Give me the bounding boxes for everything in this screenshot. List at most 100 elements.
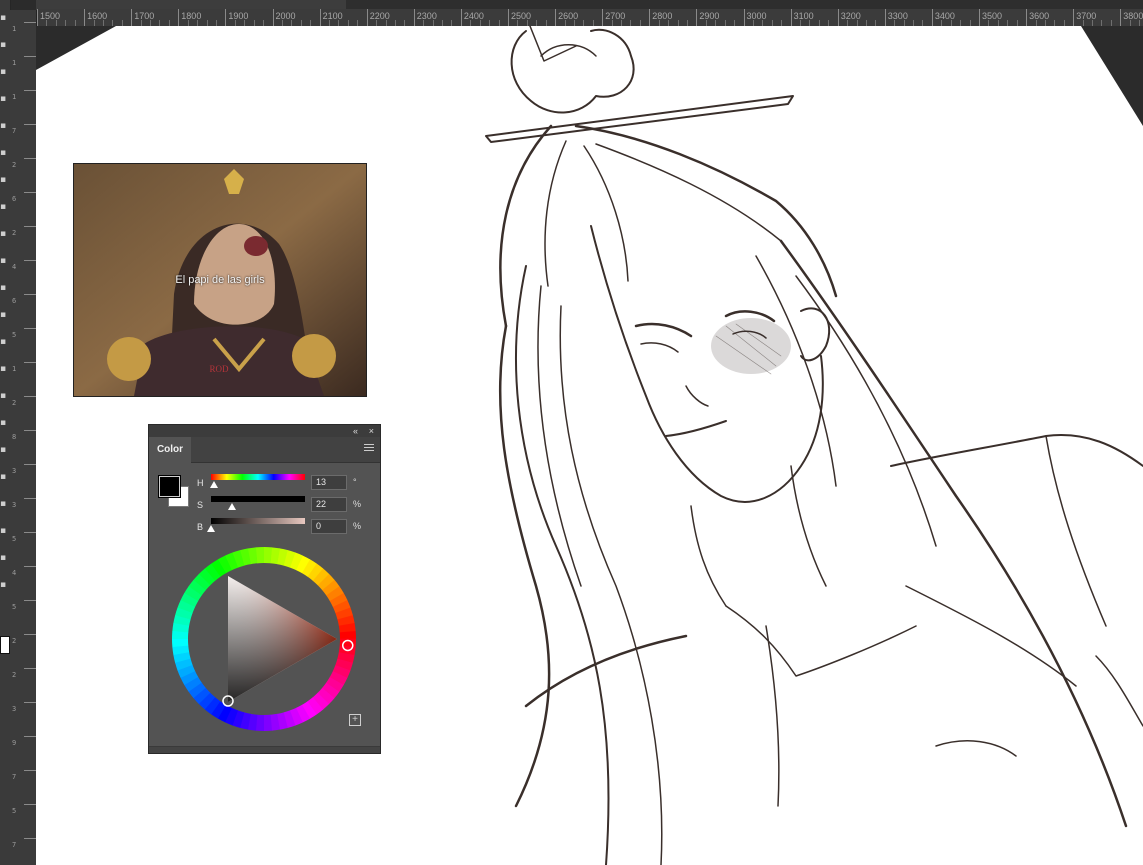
ruler-tick xyxy=(24,566,36,567)
ruler-tick xyxy=(24,328,36,329)
color-panel[interactable]: « × Color H 13 ° S 22 % B 0 % + xyxy=(148,424,381,754)
add-icon[interactable]: + xyxy=(349,714,361,726)
ruler-tick xyxy=(24,90,36,91)
ruler-tick xyxy=(24,192,36,193)
ruler-label: 7 xyxy=(12,127,17,135)
ruler-tick xyxy=(602,9,604,26)
ruler-label: 5 xyxy=(12,331,17,339)
ruler-label: 2300 xyxy=(416,11,437,21)
ruler-tick xyxy=(24,158,36,159)
ruler-tick xyxy=(24,22,36,23)
document-tab[interactable] xyxy=(36,0,346,9)
ruler-label: 8 xyxy=(12,433,17,441)
ruler-tick xyxy=(366,9,368,26)
ruler-label: 3100 xyxy=(793,11,814,21)
toolbar-color-swatch[interactable] xyxy=(0,636,10,654)
hue-ring-segment xyxy=(263,547,273,564)
saturation-slider-thumb[interactable] xyxy=(227,503,236,510)
ruler-label: 6 xyxy=(12,297,17,305)
path-select-icon[interactable]: ▪ xyxy=(0,473,8,481)
brightness-slider-thumb[interactable] xyxy=(207,525,215,532)
ruler-tick xyxy=(24,770,36,771)
hue-slider[interactable] xyxy=(211,474,305,480)
eyedropper-icon[interactable]: ▪ xyxy=(0,176,8,184)
reference-image[interactable]: El papi de las girls ROD xyxy=(73,163,367,397)
healing-icon[interactable]: ▪ xyxy=(0,203,8,211)
ruler-label: 5 xyxy=(12,535,17,543)
ruler-label: 4 xyxy=(12,263,17,271)
hand-icon[interactable]: ▪ xyxy=(0,527,8,535)
panel-titlebar[interactable]: « × xyxy=(149,425,380,437)
hue-input[interactable]: 13 xyxy=(311,475,347,490)
dodge-icon[interactable]: ▪ xyxy=(0,392,8,400)
ruler-tick xyxy=(24,124,36,125)
ruler-label: 2 xyxy=(12,161,17,169)
ruler-label: 3600 xyxy=(1029,11,1050,21)
lasso-icon[interactable]: ▪ xyxy=(0,68,8,76)
color-wheel[interactable] xyxy=(171,546,357,732)
ruler-tick xyxy=(24,226,36,227)
ruler-label: 2 xyxy=(12,671,17,679)
ruler-tick xyxy=(1120,9,1122,26)
brush-icon[interactable]: ▪ xyxy=(0,230,8,238)
history-brush-icon[interactable]: ▪ xyxy=(0,284,8,292)
wand-icon[interactable]: ▪ xyxy=(0,95,8,103)
vertical-ruler[interactable]: 1 1 1 7 2 6 2 4 6 5 1 2 8 3 3 5 4 5 2 2 3 9 7 5 7 xyxy=(10,10,37,865)
ruler-tick xyxy=(131,9,133,26)
frame-icon[interactable]: ▪ xyxy=(0,149,8,157)
ruler-tick xyxy=(24,634,36,635)
panel-resize-grip[interactable] xyxy=(149,746,380,753)
brightness-label: B xyxy=(197,522,204,532)
edit-toolbar-icon[interactable]: ▪ xyxy=(0,581,8,589)
ruler-label: 3300 xyxy=(887,11,908,21)
stamp-icon[interactable]: ▪ xyxy=(0,257,8,265)
type-icon[interactable]: ▪ xyxy=(0,446,8,454)
ruler-label: 2 xyxy=(12,399,17,407)
ruler-tick xyxy=(979,9,980,26)
pen-icon[interactable]: ▪ xyxy=(0,419,8,427)
ruler-tick xyxy=(743,9,745,26)
ruler-tick xyxy=(178,9,180,26)
shape-icon[interactable]: ▪ xyxy=(0,500,8,508)
foreground-color-swatch[interactable] xyxy=(159,476,180,497)
ruler-tick xyxy=(37,9,38,26)
ruler-tick xyxy=(649,9,651,26)
reference-caption: El papi de las girls xyxy=(175,274,265,286)
ruler-label: 2 xyxy=(12,637,17,645)
gradient-icon[interactable]: ▪ xyxy=(0,338,8,346)
ruler-label: 1600 xyxy=(87,11,108,21)
collapse-icon[interactable]: « xyxy=(353,425,358,437)
ruler-label: 7 xyxy=(12,773,17,781)
ruler-tick xyxy=(696,9,698,26)
ruler-label: 1 xyxy=(12,93,17,101)
saturation-input[interactable]: 22 xyxy=(311,497,347,512)
ruler-tick xyxy=(24,668,36,669)
crop-icon[interactable]: ▪ xyxy=(0,122,8,130)
panel-menu-icon[interactable] xyxy=(364,444,374,454)
ruler-label: 2700 xyxy=(605,11,626,21)
ruler-tick xyxy=(24,736,36,737)
brightness-slider[interactable] xyxy=(211,518,305,524)
close-icon[interactable]: × xyxy=(369,425,374,437)
ruler-label: 2500 xyxy=(511,11,532,21)
blur-icon[interactable]: ▪ xyxy=(0,365,8,373)
ruler-tick xyxy=(24,56,36,57)
ruler-tick xyxy=(1073,9,1075,26)
brightness-input[interactable]: 0 xyxy=(311,519,347,534)
ruler-tick xyxy=(413,9,415,26)
saturation-unit: % xyxy=(353,499,362,509)
ruler-label: 1700 xyxy=(134,11,155,21)
zoom-icon[interactable]: ▪ xyxy=(0,554,8,562)
ruler-label: 3400 xyxy=(934,11,955,21)
brightness-unit: % xyxy=(353,521,362,531)
move-icon[interactable]: ▪ xyxy=(0,14,8,22)
ruler-tick xyxy=(272,9,274,26)
tab-color[interactable]: Color xyxy=(149,437,191,463)
reference-emblem: ROD xyxy=(209,364,229,374)
horizontal-ruler[interactable]: 1500 1600 1700 1800 1900 2000 2100 2200 2300 2400… xyxy=(36,9,1143,27)
hue-unit: ° xyxy=(353,477,357,487)
hue-slider-thumb[interactable] xyxy=(210,481,219,488)
saturation-slider[interactable] xyxy=(211,496,305,502)
marquee-icon[interactable]: ▪ xyxy=(0,41,8,49)
eraser-icon[interactable]: ▪ xyxy=(0,311,8,319)
